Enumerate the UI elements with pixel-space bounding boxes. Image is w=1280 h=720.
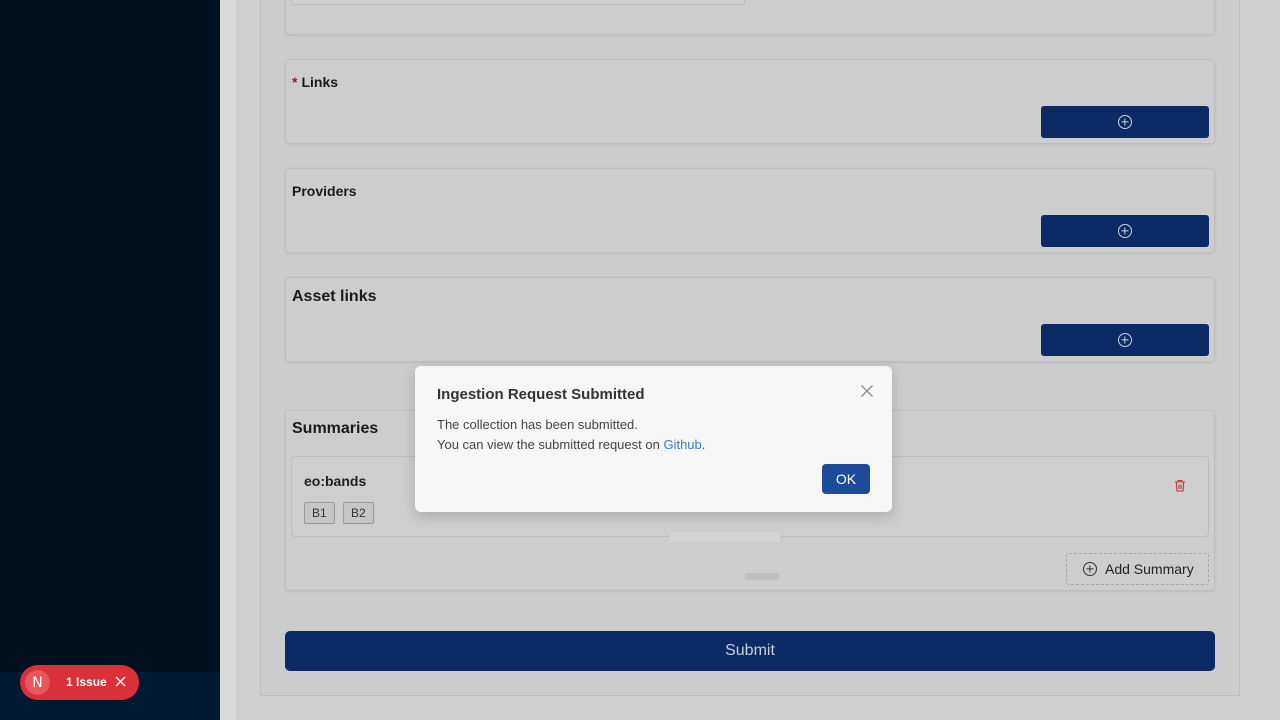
required-marker: *	[292, 74, 298, 90]
links-title-text: Links	[301, 74, 339, 90]
plus-circle-icon	[1118, 224, 1132, 238]
submit-button[interactable]: Submit	[285, 631, 1215, 671]
plus-circle-icon	[1118, 333, 1132, 347]
plus-circle-icon	[1118, 115, 1132, 129]
providers-section: Providers	[285, 168, 1215, 253]
submission-modal: Ingestion Request Submitted The collecti…	[415, 366, 892, 512]
github-link[interactable]: Github	[663, 437, 701, 452]
obscured-element	[670, 532, 780, 542]
previous-input-field[interactable]	[291, 0, 745, 5]
summary-name: eo:bands	[304, 473, 367, 489]
modal-link-suffix: .	[701, 437, 706, 452]
previous-section-card	[285, 0, 1215, 35]
close-icon[interactable]	[860, 384, 874, 398]
asset-links-section: Asset links	[285, 277, 1215, 362]
issue-count-label[interactable]: 1 Issue	[66, 675, 107, 689]
add-link-button[interactable]	[1041, 106, 1209, 138]
dev-issues-badge[interactable]: N 1 Issue	[20, 665, 139, 700]
add-summary-button[interactable]: Add Summary	[1066, 553, 1209, 585]
modal-title: Ingestion Request Submitted	[437, 386, 645, 403]
add-asset-link-button[interactable]	[1041, 324, 1209, 356]
modal-link-prefix: You can view the submitted request on	[437, 437, 664, 452]
modal-message: The collection has been submitted.	[437, 417, 638, 432]
providers-title: Providers	[292, 183, 357, 199]
ok-button[interactable]: OK	[822, 464, 870, 494]
band-tag[interactable]: B1	[304, 502, 335, 524]
obscured-element	[745, 573, 779, 580]
modal-body: The collection has been submitted. You c…	[437, 415, 705, 455]
trash-icon[interactable]	[1174, 479, 1186, 492]
asset-links-title: Asset links	[292, 288, 377, 305]
add-provider-button[interactable]	[1041, 215, 1209, 247]
modal-link-line: You can view the submitted request on Gi…	[437, 435, 705, 455]
links-title: * Links	[292, 74, 338, 90]
links-section: * Links	[285, 59, 1215, 144]
close-icon[interactable]	[115, 676, 126, 687]
sidebar	[0, 0, 220, 720]
band-tag[interactable]: B2	[343, 502, 374, 524]
plus-circle-icon	[1083, 562, 1097, 576]
nextjs-logo-letter: N	[32, 674, 43, 691]
add-summary-label: Add Summary	[1105, 561, 1194, 577]
summaries-title: Summaries	[292, 420, 379, 437]
nextjs-logo[interactable]: N	[25, 670, 50, 695]
